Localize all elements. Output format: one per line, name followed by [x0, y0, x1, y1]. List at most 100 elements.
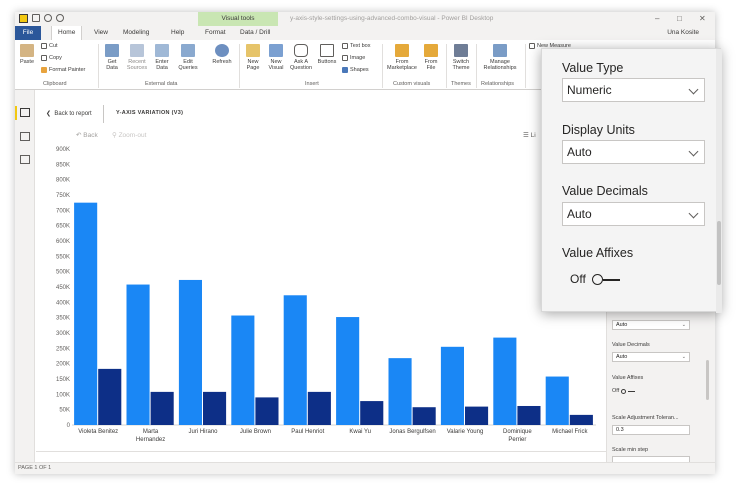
- ribbon-divider: [446, 44, 447, 88]
- close-icon[interactable]: ✕: [699, 14, 706, 23]
- format-pane-scrollbar[interactable]: [706, 360, 709, 400]
- value-affixes-state: Off: [570, 272, 586, 286]
- brush-icon: [41, 67, 47, 73]
- bar-secondary: [569, 414, 593, 425]
- enter-data-button[interactable]: Enter Data: [152, 44, 172, 71]
- zoom-panel-scrollbar-thumb[interactable]: [717, 221, 721, 285]
- format-painter-button[interactable]: Format Painter: [41, 67, 85, 73]
- ask-question-button[interactable]: Ask A Question: [288, 44, 314, 71]
- maximize-icon[interactable]: □: [677, 14, 682, 23]
- new-page-button[interactable]: New Page: [243, 44, 263, 71]
- ribbon-divider: [98, 44, 99, 88]
- scale-adjustment-input[interactable]: 0.3: [612, 425, 690, 435]
- minimize-icon[interactable]: –: [655, 14, 659, 23]
- toggle-track[interactable]: [603, 279, 620, 281]
- bar-secondary: [307, 391, 331, 425]
- status-bar: PAGE 1 OF 1: [15, 462, 715, 474]
- menu-file[interactable]: File: [15, 26, 41, 40]
- display-units-select[interactable]: Auto: [562, 140, 705, 164]
- value-decimals-top-select[interactable]: Auto ⌄: [612, 320, 690, 330]
- bar-chart-svg: 0 50K 100K 150K 200K 250K 300K 350K 400K 450K 500K…: [56, 147, 596, 443]
- bar-primary: [493, 337, 517, 425]
- quick-access-toolbar: [19, 14, 64, 23]
- model-view-icon[interactable]: [20, 155, 30, 164]
- value-decimals-select[interactable]: Auto ⌄: [612, 352, 690, 362]
- page-indicator: PAGE 1 OF 1: [18, 465, 52, 471]
- bar-primary: [74, 202, 98, 425]
- menu-view[interactable]: View: [94, 26, 108, 40]
- bar-secondary: [412, 407, 436, 425]
- x-tick-label: Marta: [143, 429, 159, 435]
- y-tick-label: 400K: [56, 300, 70, 306]
- value-decimals-label: Value Decimals: [612, 342, 650, 348]
- value-affixes-label: Value Affixes: [612, 375, 644, 381]
- from-file-button[interactable]: From File: [421, 44, 441, 71]
- value-affixes-toggle[interactable]: Off: [612, 388, 636, 394]
- new-page-icon: [246, 44, 260, 57]
- manage-relationships-button[interactable]: Manage Relationships: [479, 44, 521, 71]
- combo-chart: 0 50K 100K 150K 200K 250K 300K 350K 400K 450K 500K…: [36, 126, 606, 452]
- data-view-icon[interactable]: [20, 132, 30, 141]
- copy-button[interactable]: Copy: [41, 55, 62, 61]
- group-label-relationships: Relationships: [481, 81, 515, 87]
- value-decimals-select[interactable]: Auto: [562, 202, 705, 226]
- edit-queries-button[interactable]: Edit Queries: [175, 44, 201, 71]
- title-bar: Visual tools y-axis-style-settings-using…: [15, 12, 715, 26]
- paste-button[interactable]: Paste: [18, 44, 36, 65]
- menu-modeling[interactable]: Modeling: [123, 26, 149, 40]
- recent-sources-icon: [130, 44, 144, 57]
- refresh-button[interactable]: Refresh: [210, 44, 234, 65]
- group-label-clipboard: Clipboard: [43, 81, 67, 87]
- cut-button[interactable]: Cut: [41, 43, 58, 49]
- edit-queries-icon: [181, 44, 195, 57]
- text-box-icon: [342, 43, 348, 49]
- recent-sources-button[interactable]: Recent Sources: [124, 44, 150, 71]
- back-to-report-link[interactable]: ❮ Back to report: [46, 110, 92, 117]
- chevron-down-icon: ⌄: [681, 354, 686, 360]
- bar-primary: [336, 317, 360, 425]
- y-tick-label: 300K: [56, 331, 70, 337]
- buttons-icon: [320, 44, 334, 57]
- shapes-button[interactable]: Shapes: [342, 67, 369, 73]
- report-page: ❮ Back to report Y-AXIS VARIATION (V3) ↶…: [36, 90, 606, 462]
- user-name[interactable]: Una Kosite: [667, 26, 699, 40]
- menu-format[interactable]: Format: [205, 26, 226, 40]
- report-view-icon[interactable]: [20, 108, 30, 117]
- bar-secondary: [203, 391, 227, 425]
- new-visual-button[interactable]: New Visual: [266, 44, 286, 71]
- buttons-button[interactable]: Buttons: [316, 44, 338, 65]
- get-data-button[interactable]: Get Data: [101, 44, 123, 71]
- y-tick-label: 750K: [56, 193, 70, 199]
- text-box-button[interactable]: Text box: [342, 43, 370, 49]
- y-tick-label: 150K: [56, 377, 70, 383]
- y-tick-label: 350K: [56, 316, 70, 322]
- relationships-icon: [493, 44, 507, 57]
- chevron-down-icon: [688, 146, 699, 157]
- image-button[interactable]: Image: [342, 55, 365, 61]
- y-tick-label: 250K: [56, 346, 70, 352]
- x-tick-label: Violeta Benitez: [78, 429, 118, 435]
- value-type-select[interactable]: Numeric: [562, 78, 705, 102]
- switch-theme-button[interactable]: Switch Theme: [449, 44, 473, 71]
- x-tick-label: Jonas Bergulfsen: [389, 429, 435, 435]
- bar-secondary: [150, 391, 174, 425]
- bar-primary: [440, 346, 464, 425]
- display-units-label: Display Units: [562, 123, 635, 137]
- y-tick-label: 100K: [56, 392, 70, 398]
- toggle-knob-icon[interactable]: [592, 274, 603, 285]
- header-divider: [103, 105, 104, 123]
- database-icon: [105, 44, 119, 57]
- save-icon[interactable]: [32, 14, 40, 22]
- menu-data-drill[interactable]: Data / Drill: [240, 26, 270, 40]
- y-tick-label: 500K: [56, 270, 70, 276]
- redo-icon[interactable]: [56, 14, 64, 22]
- menu-help[interactable]: Help: [171, 26, 184, 40]
- image-icon: [342, 55, 348, 61]
- y-tick-label: 850K: [56, 162, 70, 168]
- menu-home[interactable]: Home: [51, 26, 83, 40]
- group-label-themes: Themes: [451, 81, 471, 87]
- undo-icon[interactable]: [44, 14, 52, 22]
- from-marketplace-button[interactable]: From Marketplace: [386, 44, 418, 71]
- group-label-custom-visuals: Custom visuals: [393, 81, 431, 87]
- window-title: y-axis-style-settings-using-advanced-com…: [290, 15, 494, 22]
